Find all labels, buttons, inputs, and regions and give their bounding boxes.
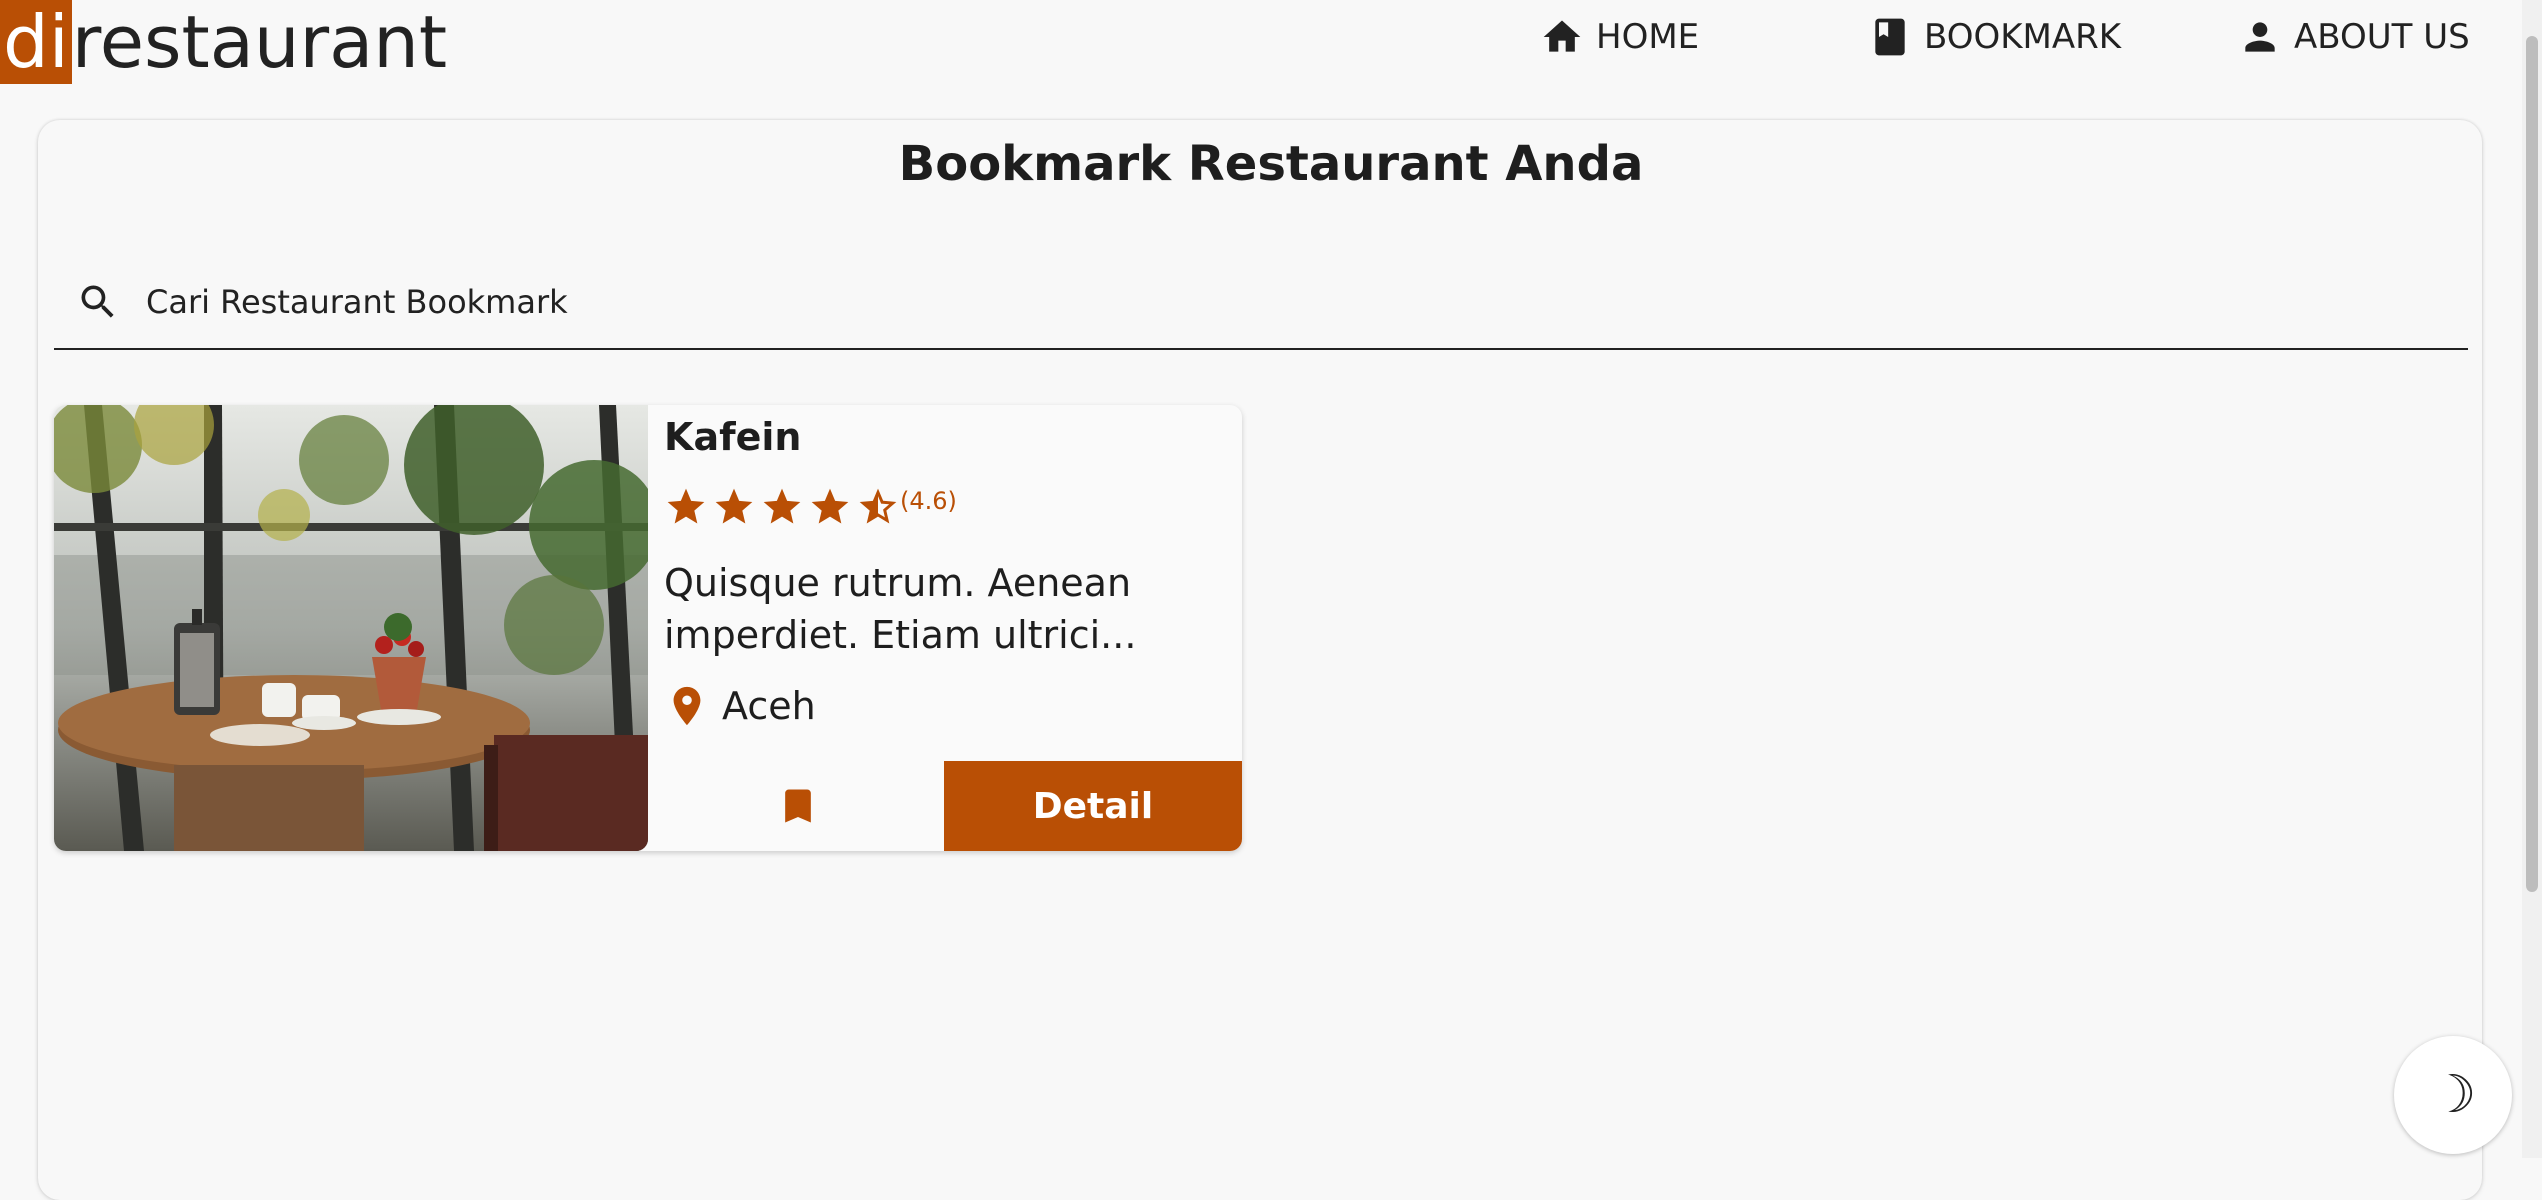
scrollbar[interactable] [2522, 0, 2542, 1158]
search-input[interactable] [144, 282, 1948, 322]
restaurant-card: Kafein (4.6) Quisque rutrum. Aenean impe… [54, 405, 1242, 851]
brand-highlight: di [0, 0, 72, 84]
restaurant-description: Quisque rutrum. Aenean imperdiet. Etiam … [664, 561, 1137, 657]
book-icon [1875, 18, 1905, 56]
person-icon [2245, 22, 2275, 52]
home-icon [1543, 20, 1581, 52]
bookmark-button[interactable] [648, 761, 948, 851]
restaurant-city: Aceh [722, 684, 816, 728]
nav-home[interactable]: HOME [1540, 10, 1699, 64]
scrollbar-thumb[interactable] [2526, 36, 2538, 892]
nav-about-label: ABOUT US [2294, 17, 2470, 57]
restaurant-location: Aceh [664, 683, 816, 729]
page-title: Bookmark Restaurant Anda [898, 136, 1644, 192]
star-icon [763, 488, 801, 524]
nav-bookmark[interactable]: BOOKMARK [1868, 10, 2121, 64]
nav-bookmark-label: BOOKMARK [1924, 17, 2122, 57]
star-icon [667, 488, 705, 524]
nav-home-label: HOME [1596, 17, 1700, 57]
search-bar[interactable] [54, 256, 2468, 350]
star-half-icon [859, 488, 897, 524]
cafe-table-photo [54, 405, 648, 851]
search-icon [81, 285, 114, 318]
brand-logo[interactable]: di restaurant [0, 0, 447, 84]
theme-toggle-button[interactable]: ☽ [2394, 1036, 2512, 1154]
rating-stars [664, 485, 904, 529]
location-pin-icon [673, 686, 701, 726]
moon-icon: ☽ [2429, 1065, 2477, 1125]
bookmark-icon [785, 789, 811, 823]
star-icon [811, 488, 849, 524]
rating-value: (4.6) [900, 487, 957, 515]
brand-name: restaurant [71, 0, 448, 84]
star-icon [715, 488, 753, 524]
restaurant-name: Kafein [664, 415, 802, 459]
detail-button[interactable]: Detail [944, 761, 1242, 851]
restaurant-photo [54, 405, 648, 851]
nav-about-us[interactable]: ABOUT US [2238, 10, 2470, 64]
